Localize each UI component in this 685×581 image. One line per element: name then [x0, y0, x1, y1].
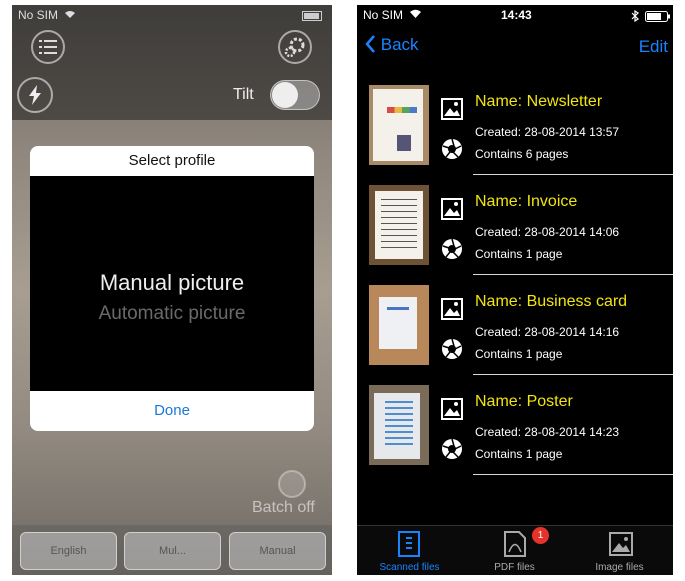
file-row-invoice[interactable]: Name: Invoice Created: 28-08-2014 14:06 … [357, 175, 673, 275]
tab-bar: Scanned files 1 PDF files Image files [357, 525, 673, 575]
file-thumbnail [369, 185, 429, 265]
picker-option-selected[interactable]: Manual picture [30, 270, 314, 296]
list-icon [39, 40, 57, 54]
carrier-label: No SIM [363, 8, 404, 22]
camera-aperture-icon[interactable] [441, 238, 463, 260]
row-divider [473, 474, 673, 475]
status-bar: No SIM [18, 8, 76, 28]
flash-button[interactable] [17, 77, 53, 113]
camera-aperture-icon[interactable] [441, 338, 463, 360]
gears-icon [284, 37, 305, 57]
file-name: Name: Newsletter [475, 93, 603, 110]
file-row-newsletter[interactable]: Name: Newsletter Created: 28-08-2014 13:… [357, 75, 673, 175]
tab-scanned-files[interactable]: Scanned files [357, 526, 462, 575]
tab-pdf-files[interactable]: 1 PDF files [462, 526, 567, 575]
notification-badge: 1 [532, 527, 549, 544]
file-thumbnail [369, 385, 429, 465]
thumbnail-lines [385, 401, 413, 449]
thumbnail-photo [397, 135, 411, 151]
file-created: Created: 28-08-2014 13:57 [475, 125, 620, 139]
tab-label: Scanned files [379, 562, 440, 573]
document-icon [398, 531, 420, 557]
profile-bar: English Mul... Manual [12, 525, 332, 575]
thumbnail-text [387, 307, 409, 310]
list-button[interactable] [31, 30, 65, 64]
image-icon[interactable] [441, 98, 463, 120]
wifi-icon [65, 11, 76, 18]
navigation-bar: Back Edit [357, 25, 673, 69]
batch-toggle-label[interactable]: Batch off [252, 499, 315, 517]
files-screen: No SIM 14:43 Back Edit Name: Newsletter … [357, 5, 673, 575]
file-created: Created: 28-08-2014 14:06 [475, 225, 620, 239]
pdf-icon [504, 531, 526, 557]
file-name: Name: Invoice [475, 193, 578, 210]
thumbnail-lines [381, 199, 417, 249]
wifi-icon [410, 9, 422, 18]
thumbnail-paper [379, 297, 417, 349]
edit-button[interactable]: Edit [639, 37, 668, 57]
picker-option[interactable]: Automatic picture [30, 303, 314, 325]
mode-button[interactable]: Manual [229, 532, 326, 570]
back-button[interactable]: Back [365, 35, 419, 55]
file-created: Created: 28-08-2014 14:16 [475, 325, 620, 339]
done-button[interactable]: Done [30, 391, 314, 431]
file-name: Name: Poster [475, 393, 573, 410]
camera-aperture-icon[interactable] [441, 438, 463, 460]
file-thumbnail [369, 285, 429, 365]
tab-label: Image files [595, 562, 644, 573]
image-icon[interactable] [441, 198, 463, 220]
camera-aperture-icon[interactable] [441, 138, 463, 160]
battery-icon [302, 11, 322, 21]
file-page-count: Contains 1 page [475, 447, 563, 461]
select-profile-dialog: Select profile Manual picture Automatic … [30, 146, 314, 431]
image-icon [609, 532, 633, 556]
language-button[interactable]: English [20, 532, 117, 570]
multi-page-button[interactable]: Mul... [124, 532, 221, 570]
lightning-icon [29, 85, 41, 105]
file-name: Name: Business card [475, 293, 628, 310]
clock: 14:43 [501, 8, 532, 22]
dialog-title: Select profile [128, 152, 216, 169]
camera-screen: No SIM Tilt Select profile Manual pictur… [12, 5, 332, 575]
back-label: Back [380, 35, 419, 54]
file-created: Created: 28-08-2014 14:23 [475, 425, 620, 439]
image-icon[interactable] [441, 398, 463, 420]
tab-label: PDF files [494, 562, 535, 573]
file-page-count: Contains 1 page [475, 347, 563, 361]
file-page-count: Contains 6 pages [475, 147, 569, 161]
tilt-toggle[interactable] [270, 80, 320, 110]
bluetooth-icon [631, 10, 639, 22]
toggle-knob [272, 82, 298, 108]
tilt-label: Tilt [233, 86, 254, 103]
thumbnail-banner [387, 107, 417, 113]
settings-button[interactable] [278, 30, 312, 64]
battery-icon [645, 11, 670, 22]
tab-image-files[interactable]: Image files [567, 526, 672, 575]
image-icon[interactable] [441, 298, 463, 320]
file-page-count: Contains 1 page [475, 247, 563, 261]
batch-icon [278, 470, 306, 498]
file-row-business-card[interactable]: Name: Business card Created: 28-08-2014 … [357, 275, 673, 375]
chevron-left-icon [365, 35, 375, 53]
file-row-poster[interactable]: Name: Poster Created: 28-08-2014 14:23 C… [357, 375, 673, 475]
carrier-label: No SIM [18, 8, 59, 22]
profile-picker[interactable]: Manual picture Automatic picture [30, 176, 314, 391]
file-thumbnail [369, 85, 429, 165]
